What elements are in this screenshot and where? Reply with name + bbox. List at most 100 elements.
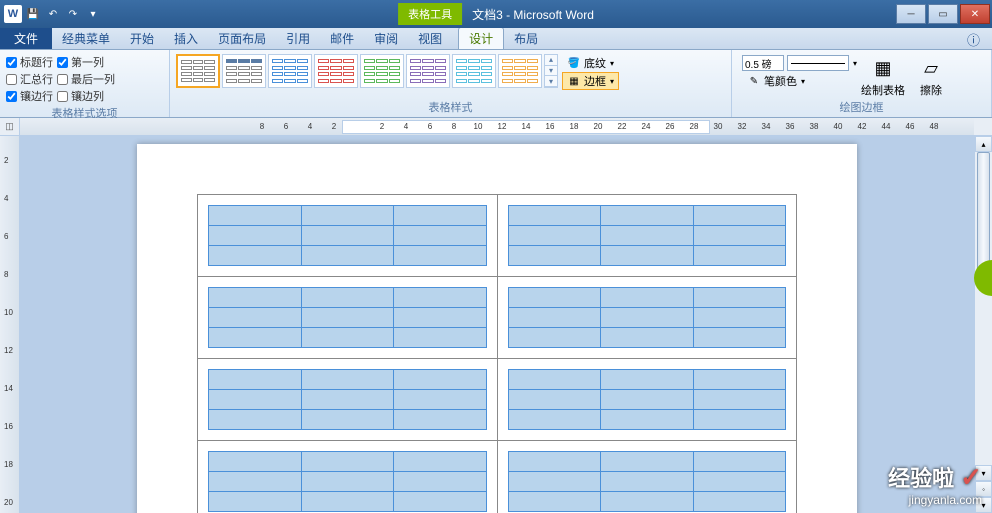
document-scroll[interactable] xyxy=(20,136,974,513)
inner-cell[interactable] xyxy=(209,370,302,390)
inner-cell[interactable] xyxy=(508,206,601,226)
inner-cell[interactable] xyxy=(301,226,394,246)
inner-cell[interactable] xyxy=(693,472,786,492)
inner-table[interactable] xyxy=(508,287,787,348)
inner-cell[interactable] xyxy=(693,452,786,472)
draw-table-button[interactable]: ▦绘制表格 xyxy=(861,52,905,98)
inner-cell[interactable] xyxy=(508,472,601,492)
inner-cell[interactable] xyxy=(601,328,694,348)
inner-cell[interactable] xyxy=(601,472,694,492)
inner-cell[interactable] xyxy=(301,308,394,328)
tab-design[interactable]: 设计 xyxy=(458,27,504,49)
cb-header-row[interactable]: 标题行 xyxy=(6,54,53,70)
inner-cell[interactable] xyxy=(301,370,394,390)
help-icon[interactable]: ⓘ xyxy=(963,30,984,49)
pen-color-button[interactable]: ✎笔颜色▾ xyxy=(742,72,857,90)
maximize-button[interactable]: ▭ xyxy=(928,4,958,24)
outer-cell[interactable] xyxy=(497,441,797,513)
inner-cell[interactable] xyxy=(601,492,694,512)
inner-cell[interactable] xyxy=(693,246,786,266)
shading-button[interactable]: 🪣底纹▾ xyxy=(562,54,619,72)
inner-cell[interactable] xyxy=(301,390,394,410)
inner-table[interactable] xyxy=(208,287,487,348)
inner-cell[interactable] xyxy=(209,246,302,266)
line-style-dropdown[interactable] xyxy=(787,55,849,71)
inner-cell[interactable] xyxy=(209,328,302,348)
inner-cell[interactable] xyxy=(508,328,601,348)
inner-cell[interactable] xyxy=(394,226,487,246)
inner-cell[interactable] xyxy=(301,410,394,430)
inner-cell[interactable] xyxy=(508,410,601,430)
tab-page-layout[interactable]: 页面布局 xyxy=(208,27,276,49)
ruler-corner[interactable]: ◫ xyxy=(0,118,20,135)
inner-cell[interactable] xyxy=(209,472,302,492)
inner-cell[interactable] xyxy=(301,472,394,492)
inner-cell[interactable] xyxy=(508,308,601,328)
inner-cell[interactable] xyxy=(508,390,601,410)
close-button[interactable]: ✕ xyxy=(960,4,990,24)
inner-cell[interactable] xyxy=(601,452,694,472)
cb-banded-cols[interactable]: 镶边列 xyxy=(57,88,115,104)
minimize-button[interactable]: ─ xyxy=(896,4,926,24)
scroll-up-button[interactable]: ▴ xyxy=(975,136,992,152)
inner-cell[interactable] xyxy=(394,246,487,266)
tab-view[interactable]: 视图 xyxy=(408,27,452,49)
style-thumb-7[interactable] xyxy=(452,54,496,88)
style-thumb-8[interactable] xyxy=(498,54,542,88)
inner-cell[interactable] xyxy=(693,226,786,246)
style-thumb-5[interactable] xyxy=(360,54,404,88)
outer-cell[interactable] xyxy=(198,359,498,441)
horizontal-ruler[interactable]: 8642246810121416182022242628303234363840… xyxy=(20,118,974,135)
inner-cell[interactable] xyxy=(394,328,487,348)
cb-last-col[interactable]: 最后一列 xyxy=(57,71,115,87)
inner-cell[interactable] xyxy=(394,472,487,492)
inner-cell[interactable] xyxy=(693,492,786,512)
inner-cell[interactable] xyxy=(693,288,786,308)
inner-table[interactable] xyxy=(508,205,787,266)
inner-cell[interactable] xyxy=(508,492,601,512)
gallery-more-button[interactable]: ▴▾▾ xyxy=(544,54,558,88)
word-icon[interactable]: W xyxy=(4,5,22,23)
style-thumb-3[interactable] xyxy=(268,54,312,88)
inner-cell[interactable] xyxy=(394,206,487,226)
redo-icon[interactable]: ↷ xyxy=(64,5,82,23)
inner-cell[interactable] xyxy=(209,226,302,246)
inner-table[interactable] xyxy=(208,205,487,266)
inner-cell[interactable] xyxy=(301,328,394,348)
inner-cell[interactable] xyxy=(301,246,394,266)
inner-cell[interactable] xyxy=(693,328,786,348)
inner-table[interactable] xyxy=(508,369,787,430)
inner-cell[interactable] xyxy=(508,452,601,472)
inner-cell[interactable] xyxy=(394,410,487,430)
inner-table[interactable] xyxy=(508,451,787,512)
qat-dropdown-icon[interactable]: ▾ xyxy=(84,5,102,23)
tab-classic[interactable]: 经典菜单 xyxy=(52,27,120,49)
inner-cell[interactable] xyxy=(601,246,694,266)
file-tab[interactable]: 文件 xyxy=(0,27,52,49)
inner-cell[interactable] xyxy=(693,390,786,410)
inner-cell[interactable] xyxy=(209,410,302,430)
inner-cell[interactable] xyxy=(209,452,302,472)
outer-cell[interactable] xyxy=(198,195,498,277)
inner-cell[interactable] xyxy=(301,492,394,512)
inner-cell[interactable] xyxy=(601,206,694,226)
inner-cell[interactable] xyxy=(601,390,694,410)
pen-weight-input[interactable] xyxy=(742,55,784,71)
inner-cell[interactable] xyxy=(693,410,786,430)
inner-cell[interactable] xyxy=(601,370,694,390)
style-thumb-1[interactable] xyxy=(176,54,220,88)
outer-cell[interactable] xyxy=(497,195,797,277)
inner-cell[interactable] xyxy=(508,246,601,266)
tab-home[interactable]: 开始 xyxy=(120,27,164,49)
inner-cell[interactable] xyxy=(301,206,394,226)
outer-cell[interactable] xyxy=(198,441,498,513)
inner-cell[interactable] xyxy=(394,288,487,308)
style-thumb-4[interactable] xyxy=(314,54,358,88)
inner-cell[interactable] xyxy=(209,308,302,328)
inner-cell[interactable] xyxy=(508,370,601,390)
tab-insert[interactable]: 插入 xyxy=(164,27,208,49)
scroll-thumb[interactable] xyxy=(977,152,990,272)
borders-button[interactable]: ▦边框▾ xyxy=(562,72,619,90)
outer-table[interactable] xyxy=(197,194,797,513)
inner-cell[interactable] xyxy=(394,390,487,410)
